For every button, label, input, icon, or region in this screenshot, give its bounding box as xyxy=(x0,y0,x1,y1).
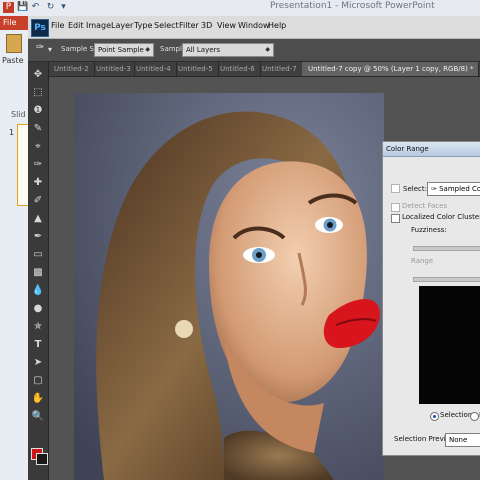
paste-icon[interactable] xyxy=(6,34,22,53)
localized-clusters-label: Localized Color Clusters xyxy=(402,213,480,221)
background-color-swatch[interactable] xyxy=(36,453,48,465)
options-bar: ✑ ▾ Sample Size: Point Sample Sample: Al… xyxy=(28,39,480,62)
image-radio[interactable] xyxy=(470,412,479,421)
dodge-icon[interactable]: ● xyxy=(31,302,45,316)
crop-icon[interactable]: ⌖ xyxy=(31,140,45,154)
select-label: Select: xyxy=(403,185,427,193)
quick-selection-icon[interactable]: ✎ xyxy=(31,122,45,136)
selection-radio[interactable] xyxy=(430,412,439,421)
menu-type[interactable]: Type xyxy=(134,21,152,30)
slides-tab[interactable]: Slid xyxy=(11,110,26,119)
detect-faces-label: Detect Faces xyxy=(402,202,448,210)
powerpoint-app-icon[interactable]: P xyxy=(3,2,14,13)
hand-icon[interactable]: ✋ xyxy=(31,392,45,406)
tab-untitled-2[interactable]: Untitled-2 xyxy=(48,62,95,76)
menu-file[interactable]: File xyxy=(51,21,64,30)
sample-size-select[interactable]: Point Sample xyxy=(94,43,154,57)
clone-stamp-icon[interactable]: ▲ xyxy=(31,212,45,226)
tab-untitled-7-copy[interactable]: Untitled-7 copy @ 50% (Layer 1 copy, RGB… xyxy=(302,62,479,76)
tool-preset-chevron-icon[interactable]: ▾ xyxy=(48,45,52,54)
menu-view[interactable]: View xyxy=(217,21,236,30)
fuzziness-label: Fuzziness: xyxy=(411,226,447,234)
tab-untitled-7[interactable]: Untitled-7 xyxy=(256,62,307,76)
select-dropdown[interactable]: ✑ Sampled Colors xyxy=(427,182,480,196)
photoshop-window: Ps File Edit Image Layer Type Select Fil… xyxy=(28,16,480,480)
selection-radio-label: Selection xyxy=(440,411,473,419)
paste-label[interactable]: Paste xyxy=(2,56,24,65)
color-range-dialog: Color Range Select: ✑ Sampled Colors Det… xyxy=(382,141,480,456)
select-value: Sampled Colors xyxy=(439,185,480,193)
sampled-colors-eyedropper-icon: ✑ xyxy=(431,185,437,193)
menu-image[interactable]: Image xyxy=(86,21,111,30)
powerpoint-side-panel: File Paste Slid 1 xyxy=(0,16,29,480)
selection-preview-box[interactable] xyxy=(419,286,480,404)
window-title: Presentation1 - Microsoft PowerPoint xyxy=(270,1,435,11)
menu-3d[interactable]: 3D xyxy=(201,21,212,30)
dialog-title: Color Range xyxy=(383,142,480,157)
healing-brush-icon[interactable]: ✚ xyxy=(31,176,45,190)
lasso-icon[interactable]: ❶ xyxy=(31,104,45,118)
document-tabs: Untitled-2 Untitled-3 Untitled-4 Untitle… xyxy=(48,62,480,77)
tab-untitled-4[interactable]: Untitled-4 xyxy=(130,62,177,76)
move-icon[interactable]: ✥ xyxy=(31,68,45,82)
tools-panel: ✥ ⬚ ❶ ✎ ⌖ ✑ ✚ ✐ ▲ ✒ ▭ ▩ 💧 ● ✯ T ➤ ▢ ✋ 🔍 xyxy=(28,62,49,480)
photoshop-logo: Ps xyxy=(31,19,49,37)
eyedropper-icon[interactable]: ✑ xyxy=(31,158,45,172)
range-label: Range xyxy=(411,257,434,265)
save-icon[interactable]: 💾 xyxy=(17,2,28,13)
type-icon[interactable]: T xyxy=(31,338,45,352)
localized-clusters-checkbox[interactable] xyxy=(391,214,400,223)
eyedropper-toggle-checkbox[interactable] xyxy=(391,184,400,193)
powerpoint-title-bar: P 💾 ↶ ↻ ▾ Presentation1 - Microsoft Powe… xyxy=(0,0,480,17)
detect-faces-checkbox[interactable] xyxy=(391,203,400,212)
blur-icon[interactable]: 💧 xyxy=(31,284,45,298)
tab-untitled-6[interactable]: Untitled-6 xyxy=(214,62,261,76)
rectangle-icon[interactable]: ▢ xyxy=(31,374,45,388)
customize-quick-access-icon[interactable]: ▾ xyxy=(58,2,69,13)
menu-layer[interactable]: Layer xyxy=(111,21,133,30)
undo-icon[interactable]: ↶ xyxy=(30,2,41,13)
fuzziness-slider[interactable] xyxy=(413,246,480,251)
selection-preview-select[interactable]: None xyxy=(445,433,480,447)
slide-number: 1 xyxy=(9,128,15,137)
menu-bar: Ps File Edit Image Layer Type Select Fil… xyxy=(28,16,480,39)
marquee-icon[interactable]: ⬚ xyxy=(31,86,45,100)
menu-edit[interactable]: Edit xyxy=(68,21,84,30)
eraser-icon[interactable]: ▭ xyxy=(31,248,45,262)
image-canvas[interactable] xyxy=(74,93,384,480)
menu-filter[interactable]: Filter xyxy=(179,21,199,30)
tab-untitled-3[interactable]: Untitled-3 xyxy=(90,62,135,76)
history-brush-icon[interactable]: ✒ xyxy=(31,230,45,244)
redo-icon[interactable]: ↻ xyxy=(45,2,56,13)
pen-icon[interactable]: ✯ xyxy=(31,320,45,334)
eyedropper-tool-icon[interactable]: ✑ xyxy=(36,42,44,53)
tab-untitled-5[interactable]: Untitled-5 xyxy=(172,62,219,76)
menu-help[interactable]: Help xyxy=(268,21,286,30)
portrait-photo xyxy=(74,93,384,480)
menu-window[interactable]: Window xyxy=(238,21,270,30)
brush-icon[interactable]: ✐ xyxy=(31,194,45,208)
file-tab[interactable]: File xyxy=(0,16,28,30)
path-selection-icon[interactable]: ➤ xyxy=(31,356,45,370)
range-slider[interactable] xyxy=(413,277,480,282)
zoom-icon[interactable]: 🔍 xyxy=(31,410,45,424)
gradient-icon[interactable]: ▩ xyxy=(31,266,45,280)
menu-select[interactable]: Select xyxy=(154,21,179,30)
sample-select[interactable]: All Layers xyxy=(182,43,274,57)
